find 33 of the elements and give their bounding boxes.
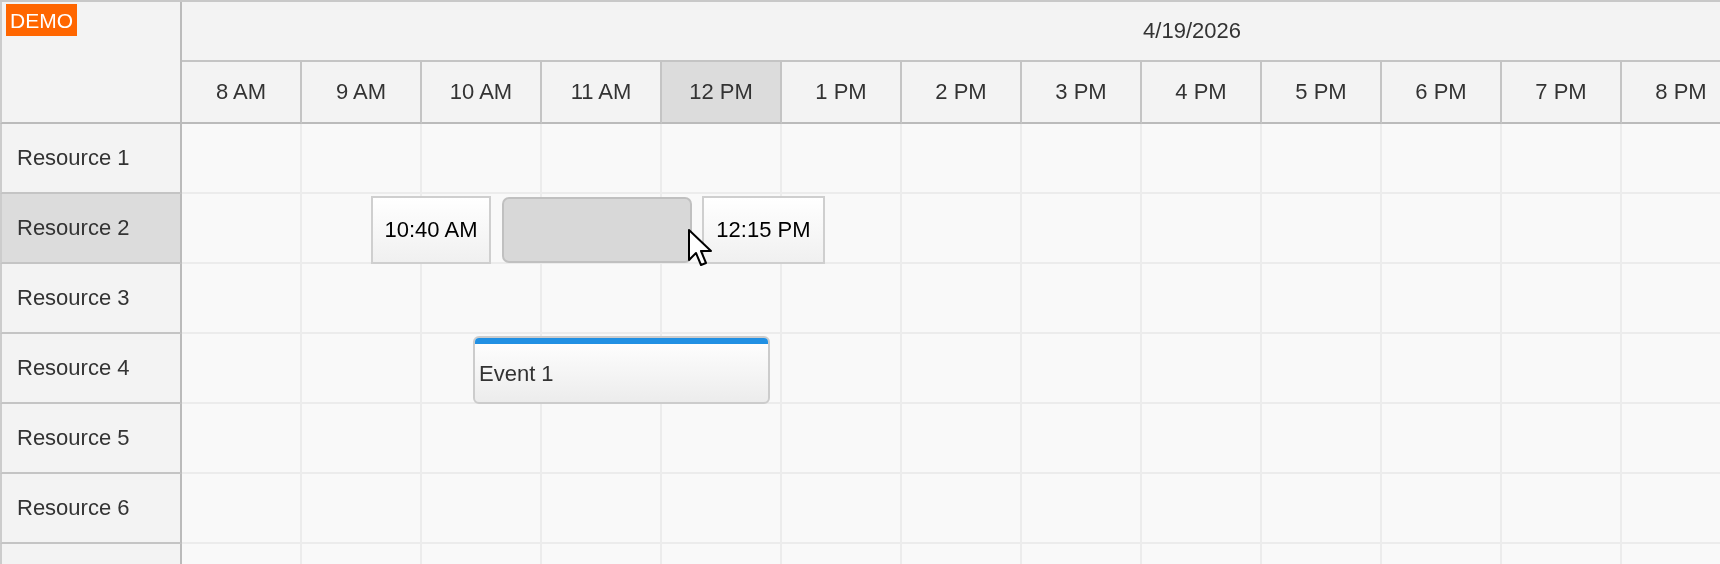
event-title: Event 1	[479, 361, 554, 387]
hour-header: 12 PM	[662, 62, 782, 124]
resource-header[interactable]: Resource 1	[0, 124, 182, 194]
resource-header[interactable]: Resource 4	[0, 334, 182, 404]
hour-header: 3 PM	[1022, 62, 1142, 124]
hour-header: 8 PM	[1622, 62, 1720, 124]
hour-header: 6 PM	[1382, 62, 1502, 124]
timeline-row[interactable]: 10:40 AM 12:15 PM	[182, 194, 1720, 264]
timeline-row[interactable]	[182, 404, 1720, 474]
hour-header: 7 PM	[1502, 62, 1622, 124]
hour-header: 4 PM	[1142, 62, 1262, 124]
hour-header: 2 PM	[902, 62, 1022, 124]
hour-header: 9 AM	[302, 62, 422, 124]
demo-badge: DEMO	[6, 4, 77, 36]
timeline-row[interactable]	[182, 264, 1720, 334]
timeline-row[interactable]	[182, 124, 1720, 194]
hour-header: 1 PM	[782, 62, 902, 124]
start-time-tooltip: 10:40 AM	[371, 196, 491, 264]
selection-box[interactable]	[502, 197, 692, 263]
cursor-icon	[687, 228, 713, 268]
hour-header: 10 AM	[422, 62, 542, 124]
resource-header[interactable]: Resource 6	[0, 474, 182, 544]
resource-header[interactable]: Resource 3	[0, 264, 182, 334]
timeline-row[interactable]: Event 1	[182, 334, 1720, 404]
end-time-tooltip: 12:15 PM	[701, 196, 825, 264]
date-label: 4/19/2026	[1143, 18, 1241, 44]
hour-header: 11 AM	[542, 62, 662, 124]
hour-header: 5 PM	[1262, 62, 1382, 124]
hour-header: 8 AM	[182, 62, 302, 124]
timeline-row[interactable]	[182, 474, 1720, 544]
resource-header[interactable]: Resource 2	[0, 194, 182, 264]
event-block[interactable]: Event 1	[473, 336, 770, 404]
resource-header[interactable]: Resource 5	[0, 404, 182, 474]
